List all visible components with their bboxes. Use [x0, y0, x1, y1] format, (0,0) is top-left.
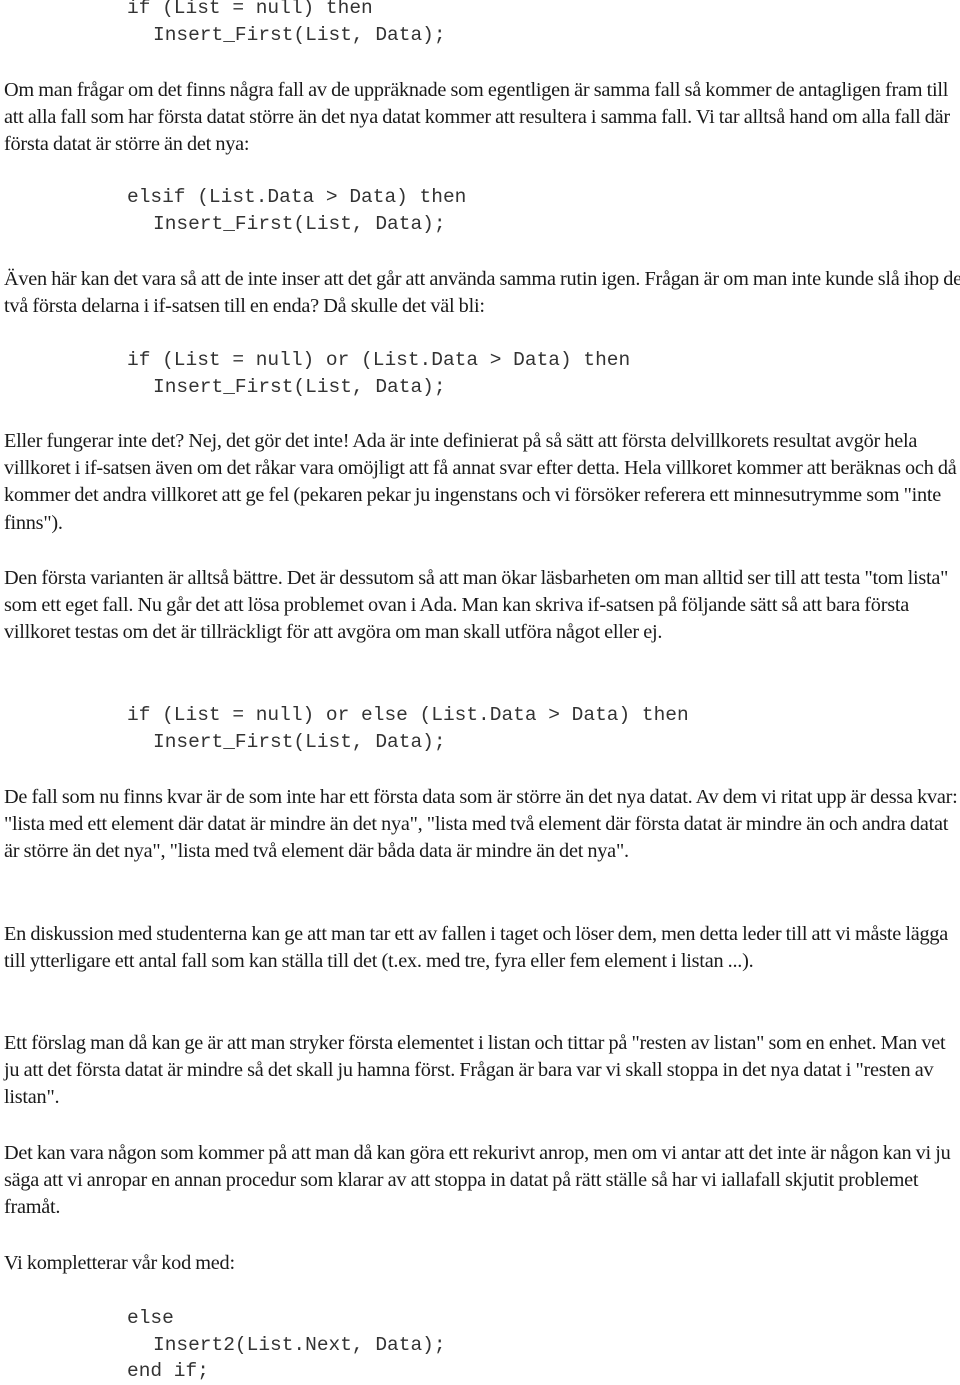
paragraph-forslag: Ett förslag man då kan ge är att man str… [4, 1032, 946, 1109]
code-line: Insert2(List.Next, Data); [153, 1333, 446, 1356]
code-line: Insert_First(List, Data); [153, 212, 446, 235]
code-line: elsif (List.Data > Data) then [127, 186, 467, 208]
code-block-else-insert2: else Insert2(List.Next, Data); end if; [127, 1305, 446, 1385]
code-line: if (List = null) or (List.Data > Data) t… [127, 349, 631, 371]
code-line: Insert_First(List, Data); [153, 730, 446, 753]
code-line: if (List = null) or else (List.Data > Da… [127, 704, 689, 726]
paragraph-fungerar-inte: Eller fungerar inte det? Nej, det gör de… [4, 430, 957, 534]
code-block-or-else: if (List = null) or else (List.Data > Da… [127, 702, 689, 755]
code-block-if-null: if (List = null) then Insert_First(List, … [127, 0, 446, 48]
paragraph-forsta-varianten: Den första varianten är alltså bättre. D… [4, 567, 949, 644]
paragraph-uppraknade-fall: Om man frågar om det finns några fall av… [4, 79, 950, 156]
code-line: Insert_First(List, Data); [153, 23, 446, 46]
paragraph-fall-kvar: De fall som nu finns kvar är de som inte… [4, 786, 958, 863]
code-block-elsif: elsif (List.Data > Data) then Insert_Firs… [127, 184, 466, 237]
paragraph-samma-rutin: Även här kan det vara så att de inte ins… [4, 268, 960, 318]
paragraph-komplettera-kod: Vi kompletterar vår kod med: [4, 1252, 235, 1274]
code-line: else [127, 1307, 174, 1329]
code-line: if (List = null) then [127, 0, 373, 19]
code-block-if-or: if (List = null) or (List.Data > Data) t… [127, 347, 630, 400]
code-line: Insert_First(List, Data); [153, 375, 446, 398]
paragraph-diskussion: En diskussion med studenterna kan ge att… [4, 923, 949, 973]
paragraph-rekursivt-anrop: Det kan vara någon som kommer på att man… [4, 1142, 951, 1219]
